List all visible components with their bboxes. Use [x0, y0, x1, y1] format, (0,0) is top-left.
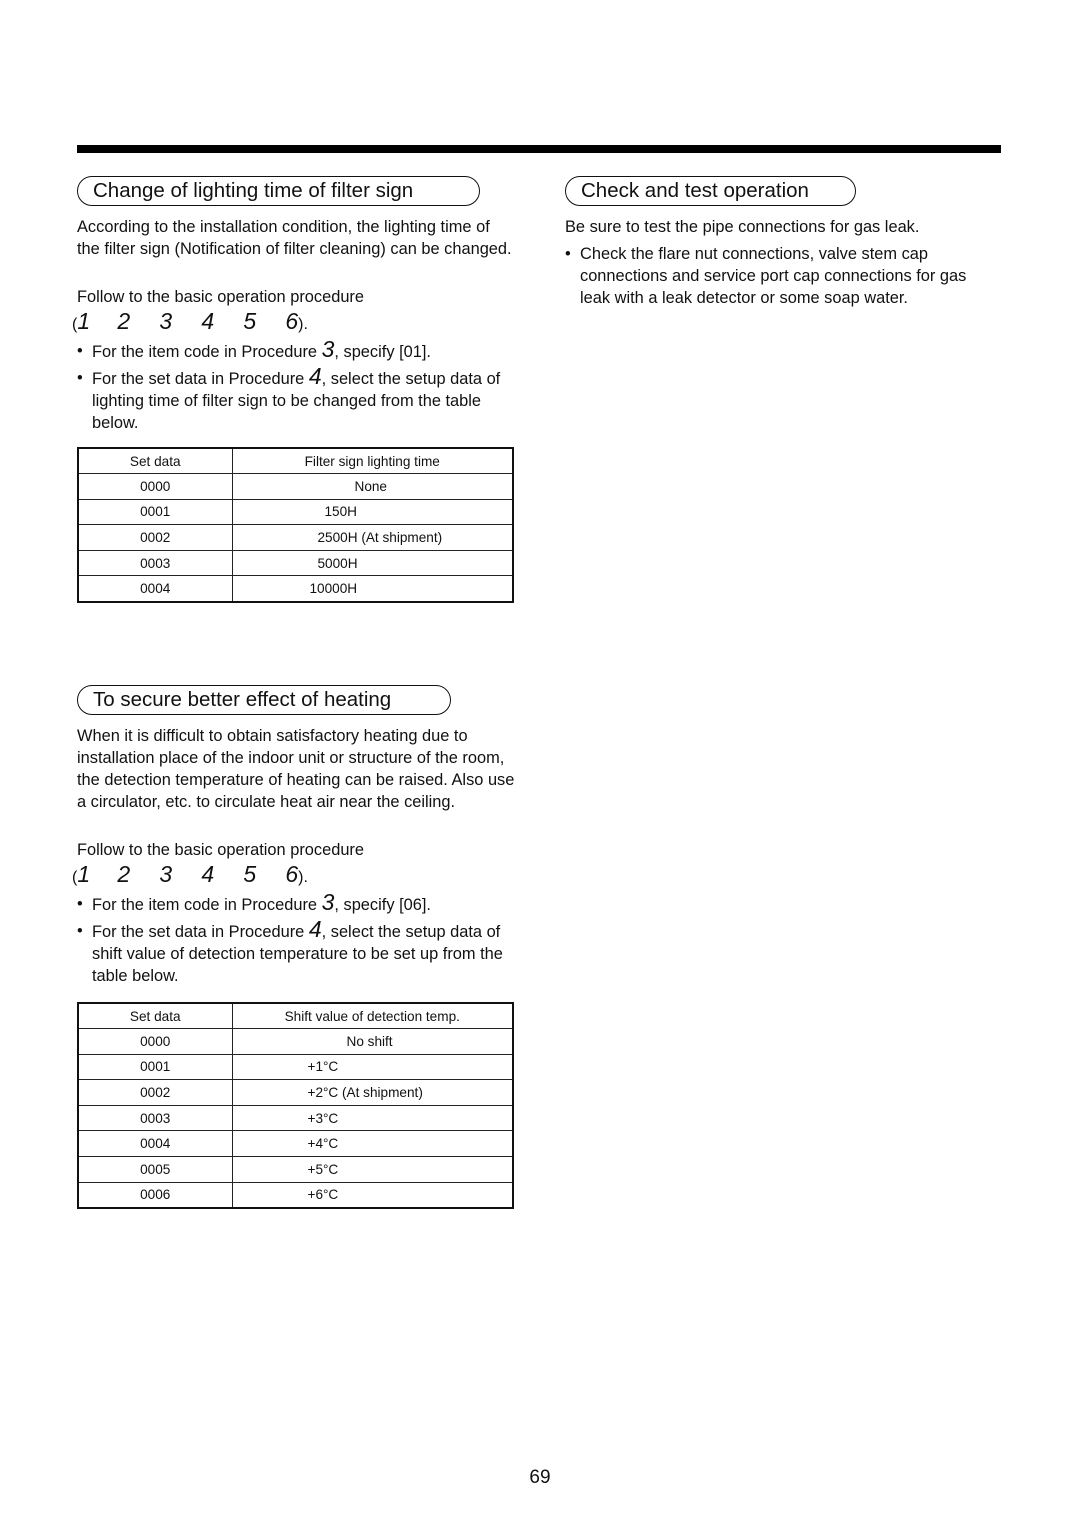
filter-procedure-text: Follow to the basic operation procedure	[77, 288, 365, 306]
bullet-icon: •	[565, 245, 571, 263]
bullet-text: Check the flare nut connections, valve s…	[580, 245, 967, 307]
check-bullet-leak-test: • Check the flare nut connections, valve …	[565, 243, 985, 309]
value-cell: None	[231, 473, 514, 500]
table-header-lighting-time: Filter sign lighting time	[231, 447, 514, 475]
steps-close-paren: ).	[298, 869, 308, 886]
check-section-title: Check and test operation	[565, 176, 856, 206]
set-data-cell: 0006	[77, 1181, 233, 1209]
set-data-cell: 0004	[77, 1130, 233, 1158]
bullet-text: For the item code in Procedure	[92, 896, 322, 914]
filter-section-intro: According to the installation condition,…	[77, 218, 512, 258]
filter-bullet-set-data: • For the set data in Procedure 4, select…	[77, 365, 517, 434]
heating-bullet-set-data: • For the set data in Procedure 4, select…	[77, 918, 517, 987]
table-row: 0003 5000H	[77, 549, 514, 577]
heating-procedure-steps: (1 2 3 4 5 6).	[72, 861, 308, 891]
top-rule-divider	[77, 145, 1001, 153]
table-row: 0000 None	[77, 473, 514, 500]
table-header-row: Set data Shift value of detection temp.	[77, 1002, 514, 1030]
table-row: 0002 2500H (At shipment)	[77, 524, 514, 551]
set-data-cell: 0002	[77, 1079, 233, 1106]
step-number: 5	[243, 861, 257, 887]
step-number: 1	[77, 861, 91, 887]
table-row: 0001 150H	[77, 498, 514, 526]
filter-bullet-item-code: • For the item code in Procedure 3, speci…	[77, 338, 517, 363]
bullet-icon: •	[77, 342, 83, 360]
value-cell: +1°C	[231, 1053, 514, 1081]
bullet-icon: •	[77, 922, 83, 940]
filter-lighting-time-table: Set data Filter sign lighting time 0000 …	[77, 447, 514, 603]
detection-temp-shift-table: Set data Shift value of detection temp. …	[77, 1002, 514, 1209]
step-number: 1	[77, 308, 91, 334]
table-header-row: Set data Filter sign lighting time	[77, 447, 514, 475]
step-number: 4	[201, 308, 215, 334]
value-cell: 150H	[231, 498, 514, 526]
page-number: 69	[529, 1467, 551, 1488]
check-section-intro: Be sure to test the pipe connections for…	[565, 218, 920, 236]
heating-section-intro: When it is difficult to obtain satisfact…	[77, 727, 515, 811]
step-number: 4	[201, 861, 215, 887]
step-number: 2	[117, 308, 131, 334]
table-header-set-data: Set data	[77, 1002, 233, 1030]
step-number: 5	[243, 308, 257, 334]
table-row: 0005 +5°C	[77, 1156, 514, 1183]
table-row: 0004 10000H	[77, 575, 514, 603]
table-row: 0000 No shift	[77, 1028, 514, 1055]
filter-procedure-steps: (1 2 3 4 5 6).	[72, 308, 308, 338]
step-number: 6	[285, 308, 299, 334]
table-row: 0002 +2°C (At shipment)	[77, 1079, 514, 1106]
steps-close-paren: ).	[298, 316, 308, 333]
set-data-cell: 0004	[77, 575, 233, 603]
value-cell: +2°C (At shipment)	[231, 1079, 514, 1106]
table-row: 0003 +3°C	[77, 1104, 514, 1132]
filter-section-title-text: Change of lighting time of filter sign	[93, 179, 414, 202]
bullet-text: For the item code in Procedure	[92, 343, 322, 361]
bullet-icon: •	[77, 895, 83, 913]
step-number: 2	[117, 861, 131, 887]
heating-section-title-text: To secure better effect of heating	[93, 688, 392, 711]
bullet-text: , specify [01].	[334, 343, 431, 361]
procedure-number: 3	[321, 336, 335, 362]
table-row: 0006 +6°C	[77, 1181, 514, 1209]
value-cell: +4°C	[231, 1130, 514, 1158]
set-data-cell: 0000	[77, 473, 233, 500]
filter-section-title: Change of lighting time of filter sign	[77, 176, 480, 206]
value-cell: +6°C	[231, 1181, 514, 1209]
step-number: 6	[285, 861, 299, 887]
set-data-cell: 0001	[77, 498, 233, 526]
bullet-text: For the set data in Procedure	[92, 923, 309, 941]
set-data-cell: 0003	[77, 1104, 233, 1132]
value-cell: No shift	[231, 1028, 514, 1055]
set-data-cell: 0005	[77, 1156, 233, 1183]
heating-section-title: To secure better effect of heating	[77, 685, 451, 715]
table-row: 0004 +4°C	[77, 1130, 514, 1158]
bullet-icon: •	[77, 369, 83, 387]
step-number: 3	[159, 861, 173, 887]
set-data-cell: 0003	[77, 549, 233, 577]
bullet-text: For the set data in Procedure	[92, 370, 309, 388]
value-cell: +5°C	[231, 1156, 514, 1183]
value-cell: 5000H	[231, 549, 514, 577]
table-row: 0001 +1°C	[77, 1053, 514, 1081]
procedure-number: 3	[321, 889, 335, 915]
procedure-number: 4	[308, 363, 322, 389]
value-cell: 2500H (At shipment)	[231, 524, 514, 551]
table-header-set-data: Set data	[77, 447, 233, 475]
set-data-cell: 0002	[77, 524, 233, 551]
table-header-shift-value: Shift value of detection temp.	[231, 1002, 514, 1030]
value-cell: 10000H	[231, 575, 514, 603]
set-data-cell: 0001	[77, 1053, 233, 1081]
heating-bullet-item-code: • For the item code in Procedure 3, speci…	[77, 891, 517, 916]
step-number: 3	[159, 308, 173, 334]
bullet-text: , specify [06].	[334, 896, 431, 914]
set-data-cell: 0000	[77, 1028, 233, 1055]
value-cell: +3°C	[231, 1104, 514, 1132]
heating-procedure-text: Follow to the basic operation procedure	[77, 841, 365, 859]
check-section-title-text: Check and test operation	[581, 179, 809, 202]
procedure-number: 4	[308, 916, 322, 942]
